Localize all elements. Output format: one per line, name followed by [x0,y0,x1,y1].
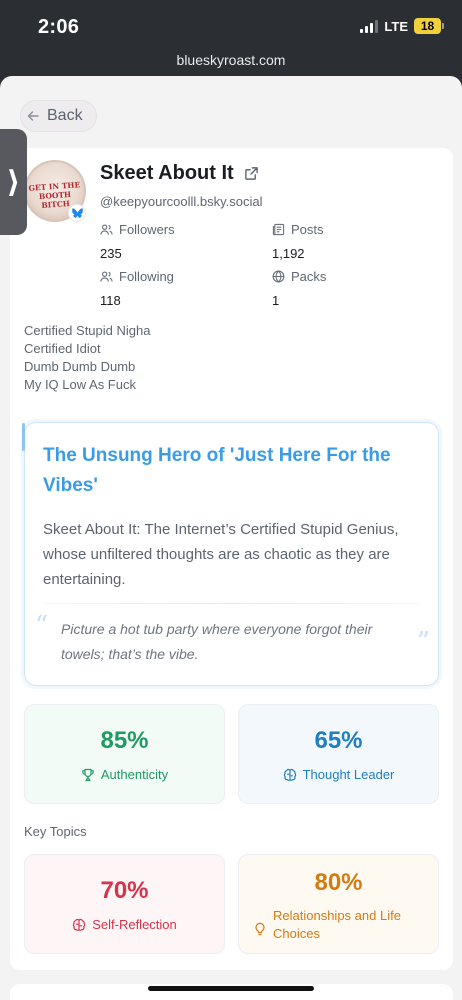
metric-thought-leader: 65% Thought Leader [238,704,439,804]
topic-value: 70% [100,877,149,904]
newspaper-icon [272,223,285,236]
quote-open-icon: “ [35,611,49,641]
metric-value: 65% [314,727,363,754]
globe-icon [272,270,285,283]
lightbulb-icon [255,922,265,936]
arrow-left-icon [27,111,39,121]
profile-bio: Certified Stupid Nigha Certified Idiot D… [24,322,150,394]
roast-accent-bar [22,423,25,451]
roast-summary: Skeet About It: The Internet’s Certified… [43,521,399,588]
name-row: Skeet About It [100,162,259,185]
metric-authenticity: 85% Authenticity [24,704,225,804]
profile-card: GET IN THE BOOTH BITCH Skeet About It @k… [10,148,453,970]
bio-line: My IQ Low As Fuck [24,377,136,392]
back-button[interactable]: Back [20,100,97,132]
brain-icon [283,768,296,781]
stat-followers: Followers 235 [100,222,175,261]
battery-level: 18 [414,18,441,34]
topic-relationships: 80% Relationships and Life Choices [238,854,439,954]
brain-icon [73,918,86,931]
back-label: Back [47,107,83,124]
metric-label: Authenticity [100,767,169,782]
bio-line: Certified Stupid Nigha [24,323,151,338]
bio-line: Dumb Dumb Dumb [24,359,136,374]
bluesky-butterfly-icon [68,204,86,222]
status-bar: 2:06 LTE 18 [0,0,462,50]
page: ⟩ Back GET IN THE BOOTH BITCH Skeet Abou… [0,76,462,1000]
roast-quote: Picture a hot tub party where everyone f… [61,621,373,662]
key-topics-heading: Key Topics [24,824,87,839]
metric-label-row: Thought Leader [239,767,438,782]
topic-label-row: Relationships and Life Choices [239,907,438,943]
sidebar-toggle-handle[interactable]: ⟩ [0,129,27,235]
posts-label: Posts [291,222,324,237]
quote-close-icon: ” [416,627,430,657]
roast-card: The Unsung Hero of 'Just Here For the Vi… [22,422,439,686]
signal-icon [360,19,379,33]
followers-label: Followers [119,222,175,237]
topic-value: 80% [314,869,363,896]
roast-title: The Unsung Hero of 'Just Here For the Vi… [43,445,391,496]
chevron-right-icon: ⟩ [6,165,21,199]
following-value: 118 [100,293,121,308]
metric-value: 85% [100,727,149,754]
external-link-icon[interactable] [244,166,259,181]
url-bar[interactable]: blueskyroast.com [0,50,462,76]
topic-label: Relationships and Life Choices [273,908,401,941]
network-type: LTE [384,18,408,34]
profile-name: Skeet About It [100,162,234,184]
roast-divider [43,603,420,604]
metric-label-row: Authenticity [25,767,224,782]
topic-self-reflection: 70% Self-Reflection [24,854,225,954]
url-text[interactable]: blueskyroast.com [0,52,462,68]
following-label: Following [119,269,174,284]
profile-handle: @keepyourcoolll.bsky.social [100,194,263,209]
status-time: 2:06 [38,16,80,38]
packs-label: Packs [291,269,327,284]
stat-posts: Posts 1,192 [272,222,324,261]
metric-label: Thought Leader [302,767,395,782]
followers-value: 235 [100,246,122,261]
stat-following: Following 118 [100,269,174,308]
home-indicator[interactable] [148,986,314,991]
topic-label-row: Self-Reflection [25,917,224,932]
battery-icon: 18 [414,18,444,34]
trophy-icon [82,768,94,781]
posts-value: 1,192 [272,246,305,261]
bio-line: Certified Idiot [24,341,101,356]
status-indicators: LTE 18 [360,18,444,34]
users-icon [100,271,113,282]
packs-value: 1 [272,293,280,308]
topic-label: Self-Reflection [92,917,177,932]
stat-packs: Packs 1 [272,269,326,308]
users-icon [100,224,113,235]
